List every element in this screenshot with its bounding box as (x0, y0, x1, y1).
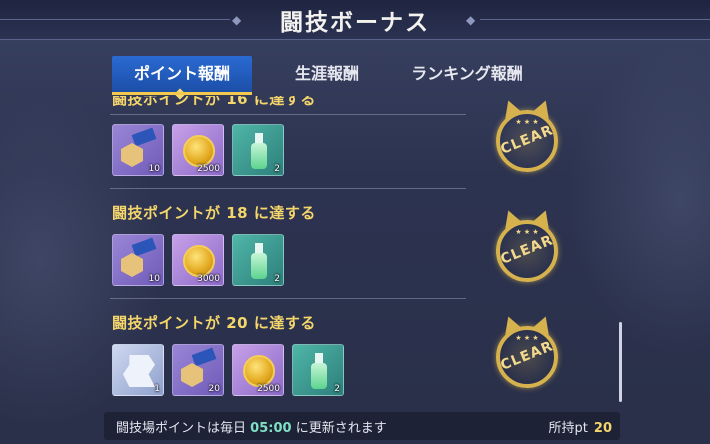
green-potion-icon (251, 133, 267, 169)
reward-item[interactable]: 10 (112, 124, 164, 176)
tab-lifetime-rewards[interactable]: 生涯報酬 (262, 56, 392, 92)
header-bar: ◆ 闘技ボーナス ◆ (0, 0, 710, 40)
reward-item[interactable]: 2500 (172, 124, 224, 176)
tab-ranking-rewards[interactable]: ランキング報酬 (392, 56, 542, 92)
reward-item[interactable]: 10 (112, 234, 164, 286)
tab-label: 生涯報酬 (294, 64, 359, 83)
reward-list[interactable]: 闘技ポイントが 16 に達する 10 2500 2 ★ ★ ★ CLEAR 闘技… (104, 96, 626, 410)
reward-item[interactable]: 3000 (172, 234, 224, 286)
gold-coin-icon (183, 135, 215, 167)
clear-stamp: ★ ★ ★ CLEAR (496, 326, 558, 388)
list-scrollbar[interactable] (619, 322, 622, 402)
green-potion-icon (311, 353, 327, 389)
tab-label: ランキング報酬 (411, 64, 523, 83)
reward-item[interactable]: 2500 (232, 344, 284, 396)
owned-points: 所持pt 20 (549, 417, 612, 436)
owned-points-value: 20 (593, 421, 612, 436)
page-title: 闘技ボーナス (280, 10, 430, 36)
medal-badge-icon (191, 347, 217, 367)
item-quantity: 2 (274, 274, 280, 284)
reward-item[interactable]: 2 (292, 344, 344, 396)
tab-point-rewards[interactable]: ポイント報酬 (112, 56, 252, 100)
item-quantity: 10 (148, 164, 160, 174)
medal-badge-icon (131, 237, 157, 257)
reset-time: 05:00 (250, 421, 292, 436)
reset-notice: 闘技場ポイントは毎日 05:00 に更新されます (116, 417, 387, 436)
clear-stamp: ★ ★ ★ CLEAR (496, 110, 558, 172)
row-divider (110, 188, 466, 189)
reset-notice-prefix: 闘技場ポイントは毎日 (116, 421, 247, 436)
item-quantity: 1 (154, 384, 160, 394)
item-quantity: 20 (208, 384, 220, 394)
clear-stamp: ★ ★ ★ CLEAR (496, 220, 558, 282)
reward-tabs: ポイント報酬 生涯報酬 ランキング報酬 (112, 56, 622, 100)
header-line-right (480, 19, 710, 20)
reward-item[interactable]: 2 (232, 234, 284, 286)
item-quantity: 2 (334, 384, 340, 394)
medal-badge-icon (121, 253, 143, 277)
medal-badge-icon (121, 143, 143, 167)
gold-coin-icon (243, 355, 275, 387)
reward-item[interactable]: 2 (232, 124, 284, 176)
row-divider (110, 298, 466, 299)
reward-row-title: 闘技ポイントが 20 に達する (112, 314, 316, 332)
reward-row-title: 闘技ポイントが 16 に達する (112, 96, 316, 108)
tab-label: ポイント報酬 (133, 64, 230, 83)
reward-item[interactable]: 20 (172, 344, 224, 396)
gold-coin-icon (183, 245, 215, 277)
green-potion-icon (251, 243, 267, 279)
footer-info: 闘技場ポイントは毎日 05:00 に更新されます 所持pt 20 (104, 412, 620, 440)
medal-badge-icon (181, 363, 203, 387)
medal-badge-icon (131, 127, 157, 147)
row-divider (110, 114, 466, 115)
owned-points-label: 所持pt (548, 421, 588, 436)
puzzle-piece-icon (123, 355, 155, 387)
ornament-icon: ◆ (466, 13, 476, 27)
item-quantity: 2500 (257, 384, 280, 394)
item-quantity: 3000 (197, 274, 220, 284)
reward-item[interactable]: 1 (112, 344, 164, 396)
item-quantity: 10 (148, 274, 160, 284)
item-quantity: 2500 (197, 164, 220, 174)
item-quantity: 2 (274, 164, 280, 174)
reset-notice-suffix: に更新されます (295, 421, 387, 436)
reward-row-title: 闘技ポイントが 18 に達する (112, 204, 316, 222)
